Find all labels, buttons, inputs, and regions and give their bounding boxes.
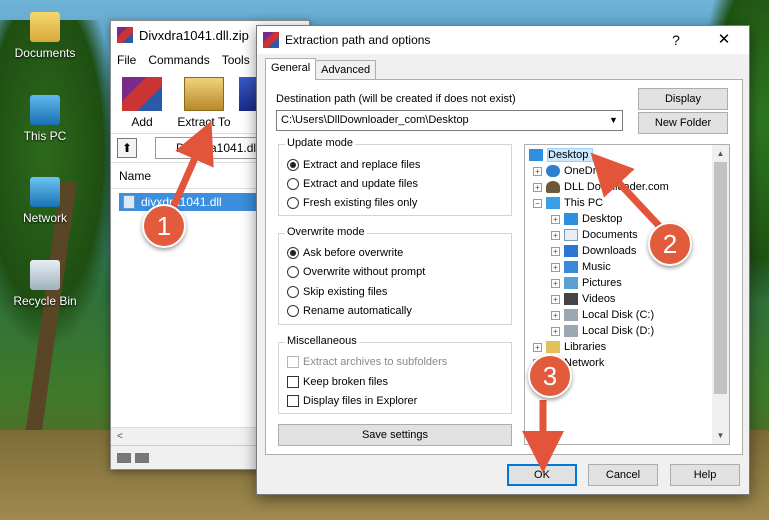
step-badge-3: 3 [528,354,572,398]
step-badge-1: 1 [142,204,186,248]
arrow-step-1 [168,120,214,212]
step-badge-2: 2 [648,222,692,266]
tab-general[interactable]: General [265,58,317,80]
annotation-arrows [168,120,666,473]
arrow-step-2 [590,152,666,233]
